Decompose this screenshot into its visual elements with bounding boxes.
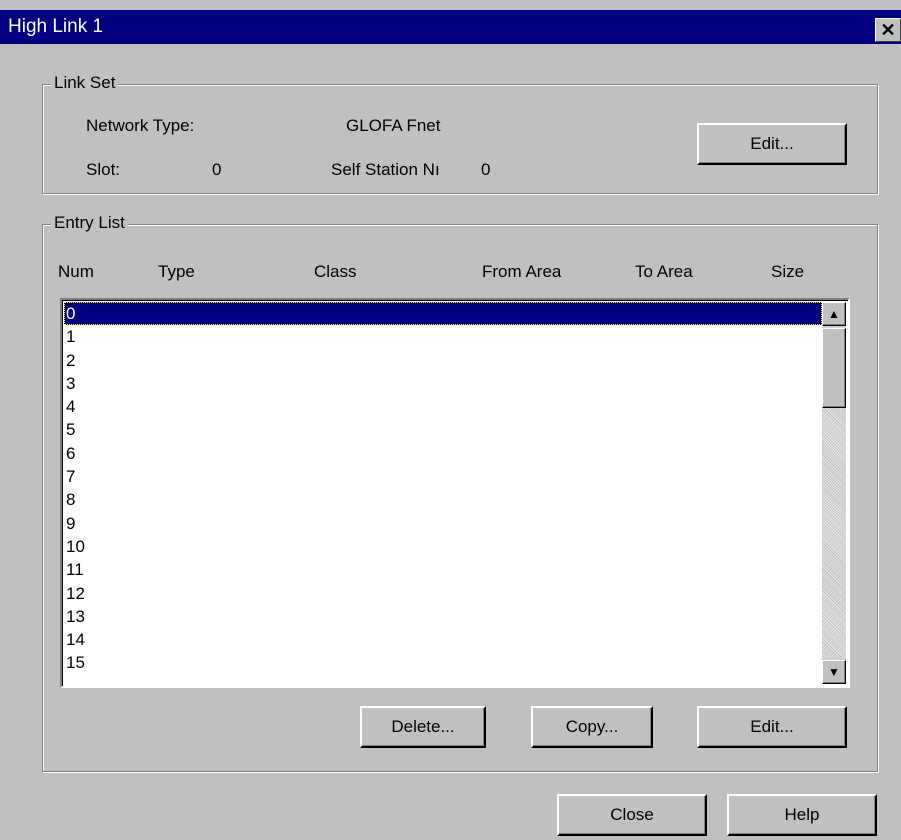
close-button[interactable]: Close — [557, 794, 707, 836]
entry-edit-button[interactable]: Edit... — [697, 706, 847, 748]
entry-list-label: Entry List — [51, 213, 128, 233]
list-item[interactable]: 4 — [64, 395, 822, 418]
list-item[interactable]: 0 — [64, 302, 822, 326]
list-item[interactable]: 6 — [64, 442, 822, 465]
list-item[interactable]: 1 — [64, 325, 822, 348]
entry-listbox[interactable]: 0 1 2 3 4 5 6 7 8 9 10 11 12 13 14 15 ▲ ▼ — [60, 298, 850, 688]
list-item[interactable]: 2 — [64, 349, 822, 372]
link-set-label: Link Set — [51, 73, 119, 93]
scroll-up-arrow-icon[interactable]: ▲ — [822, 302, 846, 326]
column-header-num: Num — [58, 262, 94, 281]
slot-value: 0 — [212, 160, 222, 179]
title-bar[interactable]: High Link 1 ✕ — [0, 10, 901, 44]
column-header-size: Size — [771, 262, 805, 281]
link-set-edit-button[interactable]: Edit... — [697, 123, 847, 165]
list-item[interactable]: 5 — [64, 418, 822, 441]
column-header-class: Class — [314, 262, 357, 281]
slot-label: Slot: — [86, 160, 121, 179]
window-title: High Link 1 — [8, 16, 104, 37]
column-header-to-area: To Area — [635, 262, 693, 281]
list-item[interactable]: 10 — [64, 535, 822, 558]
list-item[interactable]: 9 — [64, 512, 822, 535]
list-item[interactable]: 15 — [64, 651, 822, 674]
list-item[interactable]: 7 — [64, 465, 822, 488]
close-icon[interactable]: ✕ — [875, 18, 901, 42]
list-item[interactable]: 3 — [64, 372, 822, 395]
column-header-type: Type — [158, 262, 195, 281]
delete-button[interactable]: Delete... — [360, 706, 486, 748]
network-type-label: Network Type: — [86, 116, 195, 135]
column-header-from-area: From Area — [482, 262, 562, 281]
entry-list-items: 0 1 2 3 4 5 6 7 8 9 10 11 12 13 14 15 — [64, 302, 822, 675]
network-type-value: GLOFA Fnet — [346, 116, 441, 135]
list-item[interactable]: 11 — [64, 558, 822, 581]
list-item[interactable]: 14 — [64, 628, 822, 651]
vertical-scrollbar[interactable]: ▲ ▼ — [822, 302, 846, 684]
list-item[interactable]: 8 — [64, 488, 822, 511]
scroll-thumb[interactable] — [822, 328, 846, 408]
high-link-dialog: High Link 1 ✕ Link Set Network Type: GLO… — [0, 0, 901, 840]
self-station-value: 0 — [481, 160, 491, 179]
scroll-down-arrow-icon[interactable]: ▼ — [822, 660, 846, 684]
copy-button[interactable]: Copy... — [531, 706, 653, 748]
help-button[interactable]: Help — [727, 794, 877, 836]
self-station-label: Self Station Nı — [331, 160, 440, 179]
list-item[interactable]: 13 — [64, 605, 822, 628]
list-item[interactable]: 12 — [64, 582, 822, 605]
